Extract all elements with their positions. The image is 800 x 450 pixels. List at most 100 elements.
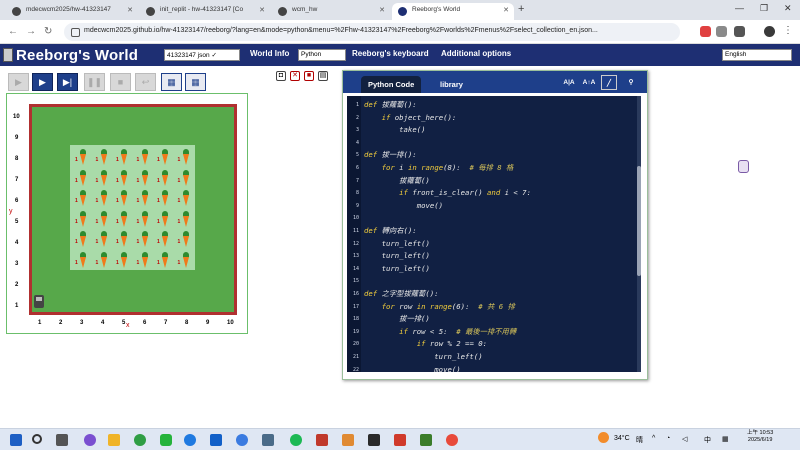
tab-title: init_replit - hw-41323147 [Co [160, 6, 244, 13]
step-button[interactable]: ▶| [57, 73, 78, 91]
tab-library[interactable]: library [433, 76, 470, 93]
forward-icon[interactable]: → [26, 26, 36, 37]
calculator-icon[interactable] [262, 434, 274, 446]
new-tab-button[interactable]: + [518, 3, 524, 15]
additional-options-button[interactable]: Additional options [441, 49, 511, 58]
download-icon[interactable] [734, 26, 745, 37]
minimize-icon[interactable]: — [735, 3, 744, 13]
mail-icon[interactable] [210, 434, 222, 446]
highlight-toggle-icon[interactable]: ╱ [601, 75, 617, 90]
editor-scroll-thumb[interactable] [637, 166, 641, 276]
carrot-icon: 1 [137, 190, 151, 207]
chrome-profile-icon[interactable] [236, 434, 248, 446]
reload-icon[interactable]: ↻ [44, 26, 52, 37]
run-button[interactable]: ▶ [32, 73, 53, 91]
chrome-alt-icon[interactable] [446, 434, 458, 446]
code-line[interactable]: 20 if row % 2 == 0: [347, 338, 637, 351]
close-icon[interactable]: ✕ [127, 6, 133, 14]
delete-icon[interactable]: ✕ [290, 71, 300, 81]
code-line[interactable]: 18 拔一排() [347, 313, 637, 326]
line-icon[interactable] [160, 434, 172, 446]
code-line[interactable]: 11 def 轉向右(): [347, 225, 637, 238]
close-icon[interactable]: ✕ [503, 6, 509, 14]
search-icon[interactable] [32, 434, 42, 444]
close-icon[interactable]: ✕ [379, 6, 385, 14]
code-line[interactable]: 9 move() [347, 200, 637, 213]
code-line[interactable]: 17 for row in range(6): # 共 6 排 [347, 301, 637, 314]
maximize-icon[interactable]: ❐ [760, 3, 768, 14]
code-line[interactable]: 1 def 拔蘿蔔(): [347, 99, 637, 112]
extension-icon[interactable] [700, 26, 711, 37]
close-icon[interactable]: ✕ [259, 6, 265, 14]
keyboard-button[interactable]: Reeborg's keyboard [352, 49, 429, 58]
back-icon[interactable]: ← [8, 26, 18, 37]
file-explorer-icon[interactable] [108, 434, 120, 446]
code-line[interactable]: 8 if front_is_clear() and i < 7: [347, 187, 637, 200]
minecraft-icon[interactable] [420, 434, 432, 446]
pause-button[interactable]: ❚❚ [84, 73, 105, 91]
close-window-icon[interactable]: ✕ [784, 3, 792, 14]
code-line[interactable]: 12 turn_left() [347, 238, 637, 251]
code-line[interactable]: 13 turn_left() [347, 250, 637, 263]
tray-chevron-icon[interactable]: ^ [652, 435, 655, 442]
reload-world-button[interactable]: ▶ [8, 73, 29, 91]
stop-button[interactable]: ■ [110, 73, 131, 91]
network-icon[interactable]: ◔ [666, 435, 670, 442]
app-a-icon[interactable] [316, 434, 328, 446]
windows-start-icon[interactable] [10, 434, 22, 446]
menu-icon[interactable]: ⋮ [783, 26, 794, 37]
chrome-icon[interactable] [134, 434, 146, 446]
code-line[interactable]: 10 [347, 212, 637, 225]
robot-view-icon[interactable]: ◘ [276, 71, 286, 81]
tab-wcm[interactable]: wcm_hw ✕ [272, 3, 390, 20]
spotify-icon[interactable] [290, 434, 302, 446]
clock[interactable]: 上午 10:53 2025/6/19 [747, 430, 773, 444]
app-sw-icon[interactable] [394, 434, 406, 446]
tab-python-code[interactable]: Python Code [361, 76, 422, 93]
code-line[interactable]: 21 turn_left() [347, 351, 637, 364]
volume-icon[interactable]: ◁ [682, 435, 687, 443]
messenger-icon[interactable] [184, 434, 196, 446]
back-step-button[interactable]: ↩ [135, 73, 156, 91]
code-line[interactable]: 14 turn_left() [347, 263, 637, 276]
code-line[interactable]: 22 move() [347, 364, 637, 372]
edit-world-button[interactable]: ▦ [185, 73, 206, 91]
copilot-icon[interactable] [84, 434, 96, 446]
code-line[interactable]: 15 [347, 275, 637, 288]
code-line[interactable]: 3 take() [347, 124, 637, 137]
code-line[interactable]: 4 [347, 137, 637, 150]
ime-mode-icon[interactable]: ▦ [722, 435, 729, 443]
world-tool-button[interactable]: ▦ [161, 73, 182, 91]
code-line[interactable]: 5 def 拔一排(): [347, 149, 637, 162]
code-area[interactable]: 1 def 拔蘿蔔(): 2 if object_here(): 3 take() 4 5… [347, 96, 641, 372]
app-nx-icon[interactable] [368, 434, 380, 446]
tab-github[interactable]: mdecwcm2025/hw-41323147 ✕ [6, 3, 138, 20]
world-info-link[interactable]: World Info [250, 49, 289, 58]
code-line[interactable]: 6 for i in range(8): # 每排 8 格 [347, 162, 637, 175]
extensions-icon[interactable] [716, 26, 727, 37]
floating-robot-icon[interactable] [738, 160, 749, 173]
code-line[interactable]: 2 if object_here(): [347, 112, 637, 125]
line-number: 18 [352, 316, 359, 323]
increase-font-button[interactable]: A↑A [581, 75, 597, 90]
search-icon[interactable]: ⚲ [623, 75, 639, 90]
site-info-icon[interactable] [71, 28, 80, 37]
ui-language-select[interactable]: English [722, 49, 792, 61]
stop-icon[interactable]: ■ [304, 71, 314, 81]
url-input[interactable]: mdecwcm2025.github.io/hw-41323147/reebor… [64, 23, 680, 41]
app-i-icon[interactable] [342, 434, 354, 446]
ime-indicator[interactable]: 中 [704, 435, 711, 445]
tab-replit[interactable]: init_replit - hw-41323147 [Co ✕ [140, 3, 270, 20]
code-line[interactable]: 19 if row < 5: # 最後一排不用轉 [347, 326, 637, 339]
world-select[interactable]: 41323147 json ✓ [164, 49, 240, 61]
diagram-icon[interactable]: ▤ [318, 71, 328, 81]
robot-icon [3, 48, 13, 62]
code-line[interactable]: 16 def 之字型拔蘿蔔(): [347, 288, 637, 301]
decrease-font-button[interactable]: A|A [561, 75, 577, 90]
avatar[interactable] [764, 26, 775, 37]
code-line[interactable]: 7 拔蘿蔔() [347, 175, 637, 188]
line-number: 2 [355, 114, 359, 121]
task-view-icon[interactable] [56, 434, 68, 446]
programming-language-select[interactable]: Python [298, 49, 346, 61]
tab-reeborg[interactable]: Reeborg's World ✕ [392, 3, 514, 20]
